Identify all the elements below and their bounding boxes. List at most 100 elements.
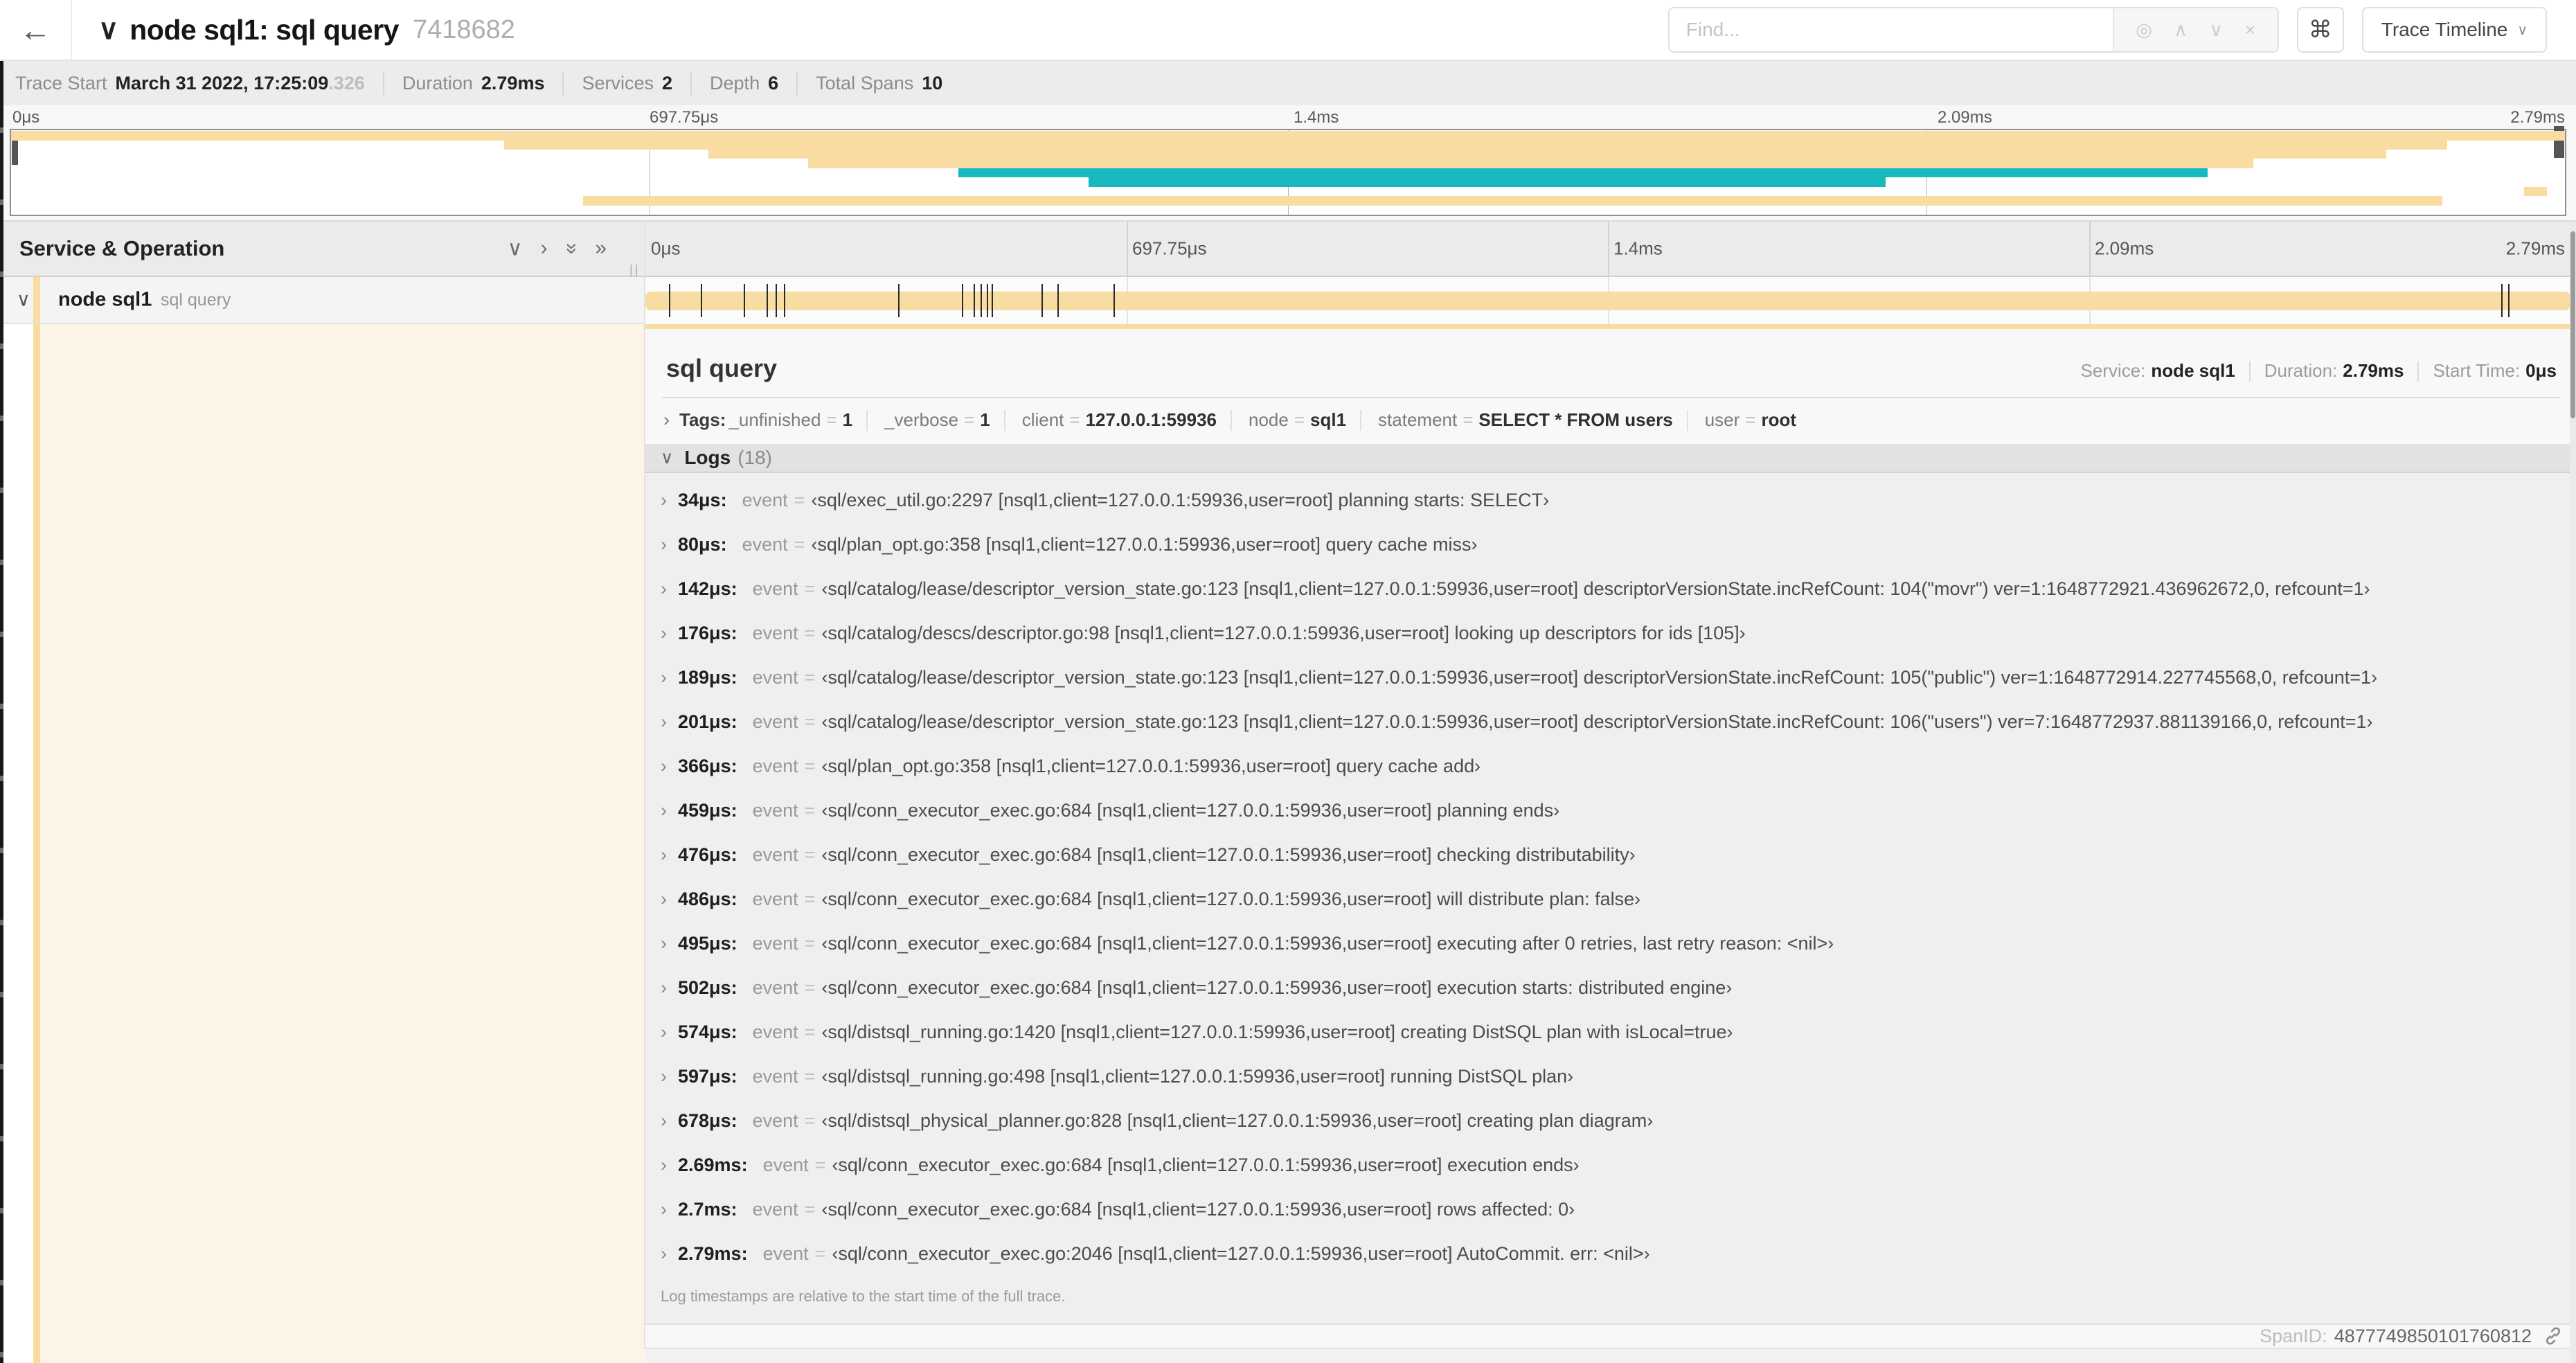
- span-duration-bar[interactable]: [645, 292, 2570, 310]
- clear-find-icon[interactable]: ×: [2245, 19, 2256, 41]
- ruler-tick-label: 1.4ms: [1294, 108, 1339, 127]
- log-event-tick: [767, 284, 769, 317]
- tags-expand-icon: ›: [663, 409, 670, 431]
- log-field-value: ‹sql/catalog/lease/descriptor_version_st…: [821, 578, 2370, 600]
- deep-link-icon[interactable]: [2543, 1326, 2564, 1346]
- timeline-header-band: Service & Operation ∨ › » » || 0μs 697.75…: [0, 220, 2576, 279]
- expand-all-icon[interactable]: »: [595, 237, 607, 261]
- minimap-span-bar: [708, 150, 2386, 159]
- log-row[interactable]: › 574μs: event = ‹sql/distsql_running.go:142…: [661, 1010, 2576, 1055]
- log-event-tick: [2508, 284, 2510, 317]
- log-row[interactable]: › 2.7ms: event = ‹sql/conn_executor_exec.go:…: [661, 1188, 2576, 1232]
- span-detail-accent-bar: [645, 324, 2576, 330]
- log-timestamp: 201μs:: [678, 711, 737, 733]
- tag-equals: =: [1069, 409, 1080, 431]
- log-field-key: event: [752, 578, 798, 600]
- ruler-gridline: [1127, 222, 1128, 276]
- vertical-scrollbar[interactable]: [2570, 222, 2576, 1363]
- column-divider: [644, 220, 645, 1349]
- log-row[interactable]: › 486μs: event = ‹sql/conn_executor_exec.go:…: [661, 878, 2576, 922]
- log-event-tick: [1113, 284, 1115, 317]
- log-equals: =: [804, 756, 816, 777]
- log-row[interactable]: › 34μs: event = ‹sql/exec_util.go:2297 [nsql…: [661, 479, 2576, 523]
- log-row[interactable]: › 366μs: event = ‹sql/plan_opt.go:358 [nsql1…: [661, 745, 2576, 789]
- log-row[interactable]: › 2.79ms: event = ‹sql/conn_executor_exec.go…: [661, 1232, 2576, 1276]
- log-equals: =: [804, 1022, 816, 1043]
- span-row: ∨ node sql1 sql query: [0, 277, 2576, 324]
- log-equals: =: [804, 1066, 816, 1087]
- log-field-value: ‹sql/distsql_running.go:498 [nsql1,clien…: [821, 1066, 1574, 1087]
- log-event-tick: [981, 284, 983, 317]
- log-field-key: event: [762, 1155, 809, 1176]
- collapse-all-icon[interactable]: »: [559, 243, 583, 255]
- minimap-canvas[interactable]: [10, 126, 2566, 216]
- span-id-bar: SpanID: 4877749850101760812: [645, 1323, 2576, 1348]
- log-row[interactable]: › 459μs: event = ‹sql/conn_executor_exec.go:…: [661, 789, 2576, 833]
- log-timestamp: 80μs:: [678, 534, 727, 555]
- logs-accordion-header[interactable]: ∨ Logs (18): [645, 443, 2576, 473]
- service-operation-header: Service & Operation ∨ › » » ||: [0, 222, 645, 279]
- log-equals: =: [804, 578, 816, 600]
- detail-meta-separator: [2248, 360, 2251, 382]
- minimap-span-bar: [583, 196, 2442, 206]
- log-timestamp: 142μs:: [678, 578, 737, 600]
- minimap-ruler: 0μs 697.75μs 1.4ms 2.09ms 2.79ms: [0, 105, 2576, 129]
- log-row[interactable]: › 142μs: event = ‹sql/catalog/lease/descript…: [661, 567, 2576, 612]
- log-timestamp: 34μs:: [678, 490, 727, 511]
- log-row[interactable]: › 495μs: event = ‹sql/conn_executor_exec.go:…: [661, 922, 2576, 966]
- log-row[interactable]: › 502μs: event = ‹sql/conn_executor_exec.go:…: [661, 966, 2576, 1010]
- detail-operation-name: sql query: [666, 354, 778, 383]
- tag-separator: [1360, 409, 1362, 431]
- scrollbar-thumb[interactable]: [2570, 231, 2575, 418]
- log-row[interactable]: › 678μs: event = ‹sql/distsql_physical_plann…: [661, 1099, 2576, 1143]
- log-expand-icon: ›: [661, 1066, 667, 1087]
- log-field-value: ‹sql/plan_opt.go:358 [nsql1,client=127.0…: [821, 756, 1481, 777]
- next-match-icon[interactable]: ∨: [2209, 19, 2223, 41]
- log-expand-icon: ›: [661, 1243, 667, 1265]
- timeline-minimap: 0μs 697.75μs 1.4ms 2.09ms 2.79ms: [0, 105, 2576, 220]
- back-button[interactable]: ←: [0, 0, 72, 60]
- find-input[interactable]: [1669, 8, 2113, 51]
- log-equals: =: [814, 1243, 826, 1265]
- log-row[interactable]: › 189μs: event = ‹sql/catalog/lease/descript…: [661, 656, 2576, 700]
- tag-separator: [1686, 409, 1688, 431]
- tags-accordion[interactable]: › Tags: _unfinished = 1 _verbose = 1 client = 12…: [663, 408, 2559, 432]
- log-event-tick: [743, 284, 745, 317]
- service-color-stripe: [33, 277, 40, 323]
- log-event-tick: [2501, 284, 2503, 317]
- trace-collapse-chevron-icon[interactable]: ∨: [98, 14, 118, 46]
- log-field-key: event: [752, 667, 798, 688]
- log-field-value: ‹sql/distsql_physical_planner.go:828 [ns…: [821, 1110, 1654, 1132]
- log-row[interactable]: › 2.69ms: event = ‹sql/conn_executor_exec.go…: [661, 1143, 2576, 1188]
- collapse-one-icon[interactable]: ∨: [508, 237, 523, 261]
- span-collapse-icon[interactable]: ∨: [17, 289, 30, 311]
- ruler-gridline: [2089, 222, 2091, 276]
- log-equals: =: [804, 667, 816, 688]
- log-equals: =: [804, 933, 816, 954]
- log-row[interactable]: › 176μs: event = ‹sql/catalog/descs/descript…: [661, 612, 2576, 656]
- tag-key: _unfinished: [728, 409, 821, 431]
- log-field-key: event: [752, 1199, 798, 1220]
- span-tree-item[interactable]: ∨ node sql1 sql query: [0, 277, 645, 324]
- log-row[interactable]: › 597μs: event = ‹sql/distsql_running.go:498…: [661, 1055, 2576, 1099]
- log-row[interactable]: › 476μs: event = ‹sql/conn_executor_exec.go:…: [661, 833, 2576, 878]
- summary-separator: [796, 71, 798, 95]
- log-expand-icon: ›: [661, 667, 667, 688]
- trace-view-dropdown[interactable]: Trace Timeline ∨: [2361, 7, 2547, 53]
- log-equals: =: [804, 711, 816, 733]
- log-row[interactable]: › 80μs: event = ‹sql/plan_opt.go:358 [nsql1,…: [661, 523, 2576, 567]
- span-id-label: SpanID:: [2260, 1325, 2327, 1346]
- log-equals: =: [804, 1199, 816, 1220]
- expand-one-icon[interactable]: ›: [541, 237, 548, 261]
- tag-value: SELECT * FROM users: [1478, 409, 1673, 431]
- log-event-tick: [962, 284, 964, 317]
- trace-summary-bar: Trace Start March 31 2022, 17:25:09.326 Du…: [0, 61, 2576, 105]
- match-highlight-icon[interactable]: ◎: [2136, 19, 2152, 41]
- tag-separator: [1003, 409, 1005, 431]
- keyboard-shortcuts-button[interactable]: ⌘: [2296, 7, 2344, 53]
- log-field-value: ‹sql/conn_executor_exec.go:684 [nsql1,cl…: [821, 844, 1636, 866]
- log-row[interactable]: › 201μs: event = ‹sql/catalog/lease/descript…: [661, 700, 2576, 745]
- prev-match-icon[interactable]: ∧: [2174, 19, 2188, 41]
- minimap-span-bar: [11, 131, 2565, 141]
- span-timeline-cell[interactable]: [645, 277, 2572, 324]
